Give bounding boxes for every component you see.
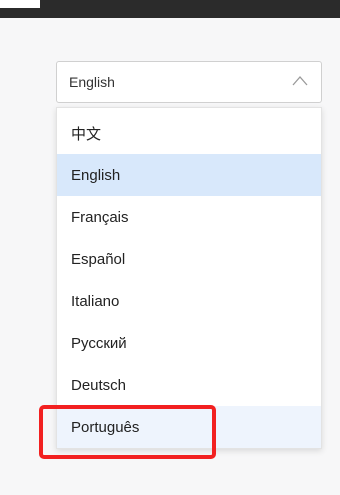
option-chinese[interactable]: 中文 — [57, 112, 321, 154]
top-bar-strip — [0, 0, 40, 8]
option-german[interactable]: Deutsch — [57, 364, 321, 406]
top-bar — [0, 0, 340, 18]
option-english[interactable]: English — [57, 154, 321, 196]
language-select-value: English — [69, 74, 115, 90]
option-french[interactable]: Français — [57, 196, 321, 238]
option-spanish[interactable]: Español — [57, 238, 321, 280]
option-russian[interactable]: Русский — [57, 322, 321, 364]
language-select[interactable]: English — [56, 61, 322, 103]
language-dropdown: 中文 English Français Español Italiano Рус… — [56, 107, 322, 449]
option-italian[interactable]: Italiano — [57, 280, 321, 322]
chevron-up-icon — [292, 76, 308, 86]
option-portuguese[interactable]: Português — [57, 406, 321, 448]
